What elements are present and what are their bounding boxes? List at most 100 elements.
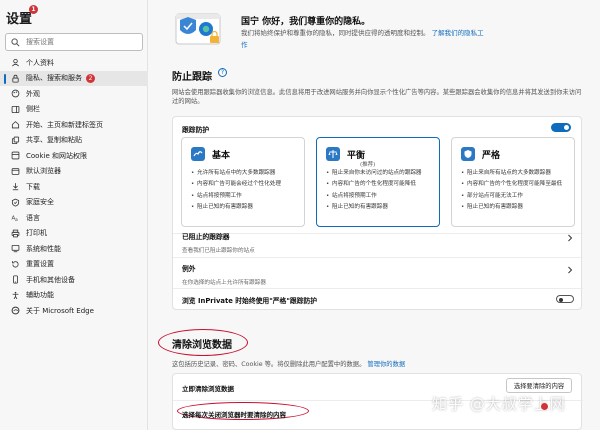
sidebar-item-label: 辅助功能 bbox=[26, 291, 54, 300]
settings-title: 设置 1 bbox=[6, 5, 38, 27]
inprivate-strict-toggle[interactable] bbox=[556, 295, 574, 303]
settings-search-box[interactable] bbox=[5, 33, 143, 51]
sidebar-item-label: 系统和性能 bbox=[26, 244, 61, 253]
mode-bullet: 阻止已知的有害跟踪器 bbox=[326, 204, 436, 212]
learn-privacy-link[interactable]: 了解我们的隐私工 bbox=[432, 29, 484, 37]
sidebar-item[interactable]: 侧栏 bbox=[0, 102, 148, 118]
divider bbox=[173, 257, 583, 258]
lock-icon bbox=[11, 74, 20, 83]
mode-bullet: 内容和广告可能会经过个性化处理 bbox=[191, 181, 301, 189]
sidebar-item-label: 侧栏 bbox=[26, 105, 40, 114]
annotation-badge-1: 1 bbox=[29, 5, 38, 14]
mode-bullet: 阻止已知的有害跟踪器 bbox=[191, 204, 301, 212]
clear-on-exit-row[interactable]: 选择每次关闭浏览器时要清除的内容 bbox=[182, 409, 286, 419]
accessibility-icon bbox=[11, 291, 20, 300]
mode-strict-card[interactable]: 严格阻止来自所有站点的大多数跟踪器内容和广告的个性化程度可能降至最低部分站点可能… bbox=[451, 137, 575, 227]
sidebar-item-label: 隐私、搜索和服务 bbox=[26, 74, 82, 83]
chevron-right-icon bbox=[568, 266, 573, 274]
browser-icon bbox=[11, 167, 20, 176]
sidebar-item[interactable]: 辅助功能 bbox=[0, 288, 148, 304]
mode-bullets: 阻止来自你未访问过的站点的跟踪器内容和广告的个性化程度可能降低站点将按预期工作阻… bbox=[326, 170, 436, 215]
choose-what-to-clear-button[interactable]: 选择要清除的内容 bbox=[506, 378, 572, 393]
strict-shield-icon bbox=[461, 147, 475, 161]
settings-title-text: 设置 bbox=[6, 12, 33, 27]
blocked-trackers-row[interactable]: 已阻止的跟踪器 查看我们已阻止跟踪你的站点 bbox=[182, 231, 574, 254]
sidebar-item[interactable]: 默认浏览器 bbox=[0, 164, 148, 180]
mode-bullet: 内容和广告的个性化程度可能降至最低 bbox=[461, 181, 571, 189]
sidebar-item[interactable]: Aa 语言 bbox=[0, 210, 148, 226]
tracking-toggle-label: 跟踪防护 bbox=[182, 126, 210, 134]
svg-text:a: a bbox=[15, 218, 18, 222]
home-icon bbox=[11, 120, 20, 129]
family-icon bbox=[11, 198, 20, 207]
mode-basic-card[interactable]: 基本允许所有站点中的大多数跟踪器内容和广告可能会经过个性化处理站点将按预期工作阻… bbox=[181, 137, 305, 227]
cookie-icon bbox=[11, 151, 20, 160]
mode-bullet: 站点将按预期工作 bbox=[326, 193, 436, 201]
sidebar-nav: 个人资料 隐私、搜索和服务 2 外观侧栏开始、主页和新建标签页 共享、复制和粘贴 Cook… bbox=[0, 55, 148, 319]
search-input[interactable] bbox=[26, 36, 136, 48]
sidebar-item[interactable]: 外观 bbox=[0, 86, 148, 102]
sidebar-item-label: 开始、主页和新建标签页 bbox=[26, 120, 103, 129]
reset-icon bbox=[11, 260, 20, 269]
sidebar-item[interactable]: Cookie 和网站权限 bbox=[0, 148, 148, 164]
divider bbox=[173, 288, 583, 289]
appearance-icon bbox=[11, 89, 20, 98]
sidebar-item-label: 打印机 bbox=[26, 229, 47, 238]
sidebar-item-label: 共享、复制和粘贴 bbox=[26, 136, 82, 145]
sidebar-item[interactable]: 关于 Microsoft Edge bbox=[0, 303, 148, 319]
sidebar-item-label: 家庭安全 bbox=[26, 198, 54, 207]
help-icon[interactable]: ? bbox=[218, 68, 227, 77]
sidebar-item[interactable]: 打印机 bbox=[0, 226, 148, 242]
sidebar-item-label: 下载 bbox=[26, 182, 40, 191]
settings-sidebar: 设置 1 个人资料隐私、搜索和服务 2 外观侧栏开始、主页和新建标签页共享、复制和粘… bbox=[0, 0, 148, 430]
download-icon bbox=[11, 182, 20, 191]
sidebar-item[interactable]: 共享、复制和粘贴 bbox=[0, 133, 148, 149]
sidebar-item[interactable]: 开始、主页和新建标签页 bbox=[0, 117, 148, 133]
cursor-dot bbox=[541, 403, 548, 410]
balanced-scale-icon bbox=[326, 147, 340, 161]
privacy-page: 国宁 你好，我们尊重你的隐私。 我们将始终保护和尊重你的隐私，同时提供应得的透明… bbox=[148, 0, 600, 430]
clear-now-label: 立即清除浏览数据 bbox=[182, 385, 234, 393]
mode-recommended: (推荐) bbox=[360, 162, 376, 168]
mode-balanced-card[interactable]: 平衡(推荐)阻止来自你未访问过的站点的跟踪器内容和广告的个性化程度可能降低站点将… bbox=[316, 137, 440, 227]
clear-description: 这包括历史记录、密码、Cookie 等。将仅删除此用户配置中的数据。 管理你的数… bbox=[172, 359, 405, 368]
tracking-prevention-toggle[interactable] bbox=[551, 123, 571, 132]
privacy-greeting: 国宁 你好，我们尊重你的隐私。 bbox=[241, 17, 371, 27]
mode-bullet: 阻止已知的有害跟踪器 bbox=[461, 204, 571, 212]
sidebar-item-label: 关于 Microsoft Edge bbox=[26, 306, 94, 315]
language-icon: Aa bbox=[11, 213, 20, 223]
sidebar-item-label: 默认浏览器 bbox=[26, 167, 61, 176]
mode-bullet: 内容和广告的个性化程度可能降低 bbox=[326, 181, 436, 189]
mode-bullet: 站点将按预期工作 bbox=[191, 193, 301, 201]
sidebar-item-label: 语言 bbox=[26, 213, 40, 222]
blocked-trackers-title: 已阻止的跟踪器 bbox=[182, 233, 230, 241]
edge-icon bbox=[11, 306, 20, 315]
exceptions-title: 例外 bbox=[182, 265, 196, 273]
mode-bullet: 阻止来自你未访问过的站点的跟踪器 bbox=[326, 170, 436, 178]
tracking-prevention-title: 防止跟踪 bbox=[172, 72, 212, 83]
sidebar-icon bbox=[11, 105, 20, 114]
sidebar-item[interactable]: 隐私、搜索和服务 2 bbox=[0, 70, 148, 86]
phone-icon bbox=[11, 275, 20, 284]
sidebar-item[interactable]: 系统和性能 bbox=[0, 241, 148, 257]
mode-bullet: 阻止来自所有站点的大多数跟踪器 bbox=[461, 170, 571, 178]
privacy-illustration bbox=[175, 13, 221, 45]
mode-bullet: 部分站点可能无法工作 bbox=[461, 193, 571, 201]
search-icon bbox=[11, 38, 20, 47]
sidebar-item[interactable]: 个人资料 bbox=[0, 55, 148, 71]
sidebar-item-label: 手机和其他设备 bbox=[26, 275, 75, 284]
inprivate-strict-row: 浏览 InPrivate 时始终使用"严格"跟踪防护 bbox=[182, 295, 574, 305]
learn-privacy-link-cont[interactable]: 作 bbox=[241, 39, 248, 49]
privacy-subtitle-text: 我们将始终保护和尊重你的隐私，同时提供应得的透明度和控制。 bbox=[241, 29, 430, 37]
chevron-right-icon bbox=[568, 234, 573, 242]
exceptions-desc: 在你选择的站点上允许所有跟踪器 bbox=[182, 280, 266, 286]
mode-bullets: 阻止来自所有站点的大多数跟踪器内容和广告的个性化程度可能降至最低部分站点可能无法… bbox=[461, 170, 571, 215]
sidebar-item[interactable]: 下载 bbox=[0, 179, 148, 195]
sidebar-item[interactable]: 家庭安全 bbox=[0, 195, 148, 211]
blocked-trackers-desc: 查看我们已阻止跟踪你的站点 bbox=[182, 248, 255, 254]
manage-data-link[interactable]: 管理你的数据 bbox=[367, 361, 405, 368]
tracking-description: 网站会使用跟踪器收集你的浏览信息。此信息将用于改进网站服务并向你显示个性化广告等… bbox=[172, 89, 582, 106]
sidebar-item[interactable]: 手机和其他设备 bbox=[0, 272, 148, 288]
sidebar-item[interactable]: 重置设置 bbox=[0, 257, 148, 273]
exceptions-row[interactable]: 例外 在你选择的站点上允许所有跟踪器 bbox=[182, 263, 574, 286]
